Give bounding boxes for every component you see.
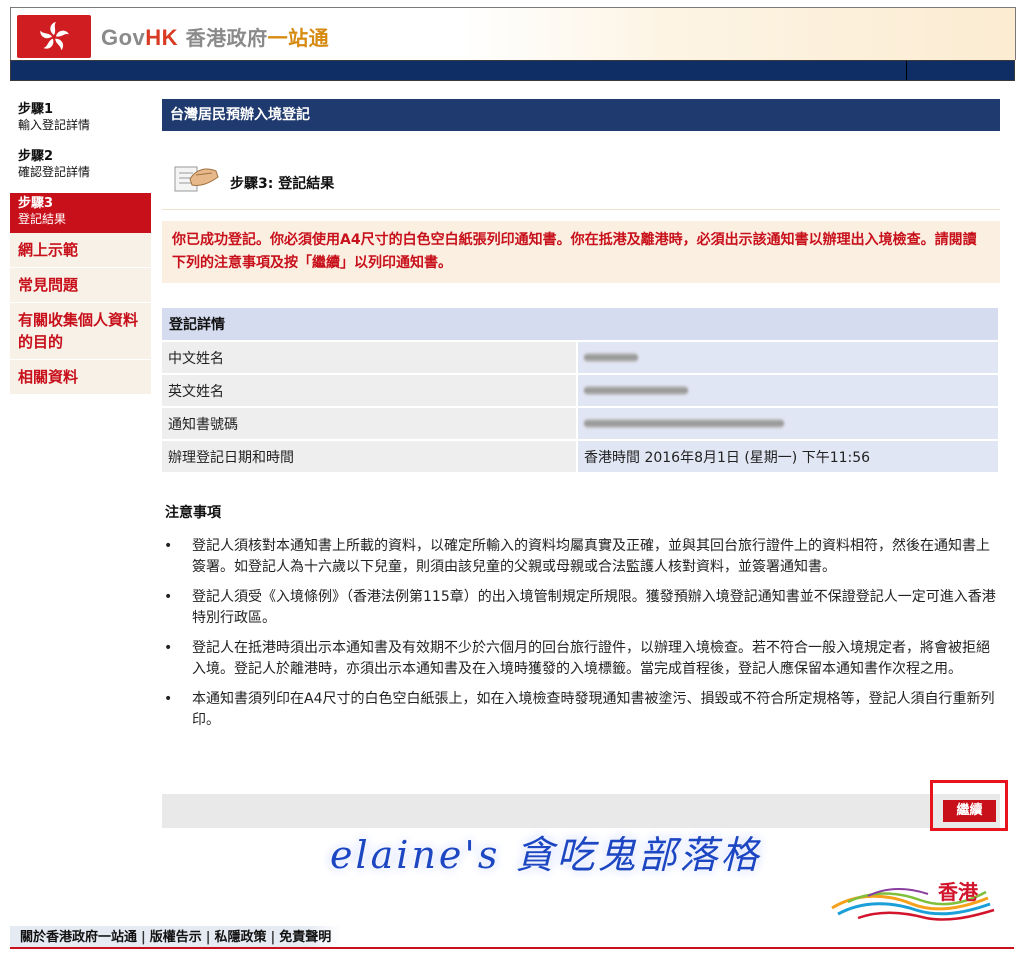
- sidebar-link-personal-data[interactable]: 有關收集個人資料的目的: [10, 302, 151, 359]
- row-label-chinese-name: 中文姓名: [162, 340, 577, 374]
- step-description: 確認登記詳情: [18, 165, 91, 179]
- step-number: 步驟2: [18, 149, 54, 164]
- footer-link-about[interactable]: 關於香港政府一站通: [20, 930, 137, 945]
- footer: 關於香港政府一站通 | 版權告示 | 私隱政策 | 免責聲明: [10, 926, 342, 948]
- brand-text: 香港: [938, 880, 978, 904]
- footer-divider: [10, 947, 1014, 949]
- step-number: 步驟1: [18, 102, 54, 117]
- form-handshake-icon: [174, 166, 219, 192]
- hk-flag-logo[interactable]: [17, 15, 91, 58]
- redacted-value: [584, 386, 688, 395]
- row-label-english-name: 英文姓名: [162, 373, 577, 407]
- sidebar-link-related-info[interactable]: 相關資料: [10, 359, 151, 394]
- step-label: 步驟3: 登記結果: [230, 176, 335, 192]
- logo-hk: HK: [145, 25, 179, 50]
- footer-separator: |: [270, 930, 276, 945]
- logo-gov: Gov: [101, 25, 146, 50]
- main-content: 台灣居民預辦入境登記 步驟3: 登記結果 你已成功登記。你必須使用A4尺寸的白色…: [162, 99, 1000, 740]
- row-label-registration-datetime: 辦理登記日期和時間: [162, 439, 577, 472]
- action-bar: [162, 794, 1000, 828]
- footer-separator: |: [141, 930, 146, 945]
- redacted-value: [584, 419, 784, 428]
- step-heading: 步驟3: 登記結果: [162, 149, 1000, 210]
- footer-separator: |: [205, 930, 211, 945]
- brand-hong-kong-logo: 香港: [828, 864, 998, 932]
- table-row: 通知書號碼: [162, 406, 998, 440]
- row-value-chinese-name: [576, 340, 998, 374]
- logo-chinese-name: 香港政府: [185, 26, 268, 50]
- row-value-notice-number: [576, 406, 998, 440]
- govhk-logo-text[interactable]: GovHK 香港政府一站通: [101, 25, 329, 52]
- list-item: 登記人須受《入境條例》（香港法例第115章）的出入境管制規定所規限。獲發預辦入境…: [162, 587, 1000, 629]
- row-value-english-name: [576, 373, 998, 407]
- top-nav-bar: [10, 60, 1015, 81]
- details-heading: 登記詳情: [162, 308, 998, 341]
- table-row: 中文姓名: [162, 340, 998, 374]
- footer-link-disclaimer[interactable]: 免責聲明: [279, 930, 331, 945]
- notes-heading: 注意事項: [165, 505, 221, 521]
- continue-button[interactable]: 繼續: [943, 800, 996, 822]
- footer-link-copyright[interactable]: 版權告示: [150, 930, 202, 945]
- list-item: 登記人須核對本通知書上所載的資料，以確定所輸入的資料均屬真實及正確，並與其回台旅…: [162, 536, 1000, 578]
- row-label-notice-number: 通知書號碼: [162, 406, 577, 440]
- sidebar-link-online-demo[interactable]: 網上示範: [10, 233, 151, 267]
- footer-link-privacy[interactable]: 私隱政策: [215, 930, 267, 945]
- table-row: 辦理登記日期和時間 香港時間 2016年8月1日 (星期一) 下午11:56: [162, 439, 998, 472]
- page-title: 台灣居民預辦入境登記: [162, 99, 1000, 131]
- registration-details-table: 登記詳情 中文姓名 英文姓名 通知書號碼 辦理登記日期和時間 香港時間 2016…: [162, 308, 998, 472]
- row-value-registration-datetime: 香港時間 2016年8月1日 (星期一) 下午11:56: [576, 439, 998, 472]
- table-row: 英文姓名: [162, 373, 998, 407]
- success-notice: 你已成功登記。你必須使用A4尺寸的白色空白紙張列印通知書。你在抵港及離港時，必須…: [162, 221, 1000, 283]
- list-item: 本通知書須列印在A4尺寸的白色空白紙張上，如在入境檢查時發現通知書被塗污、損毀或…: [162, 689, 1000, 731]
- sidebar: 步驟1 輸入登記詳情 步驟2 確認登記詳情 步驟3 登記結果 網上示範 常見問題…: [10, 99, 151, 394]
- logo-chinese-onestop: 一站通: [267, 26, 330, 50]
- notes-list: 登記人須核對本通知書上所載的資料，以確定所輸入的資料均屬真實及正確，並與其回台旅…: [162, 536, 1000, 731]
- bauhinia-icon: [40, 22, 69, 51]
- step-number: 步驟3: [18, 196, 54, 211]
- blog-watermark: elaine's 貪吃鬼部落格: [330, 833, 762, 877]
- site-header: GovHK 香港政府一站通: [10, 7, 1016, 60]
- sidebar-step-2: 步驟2 確認登記詳情: [10, 146, 151, 186]
- sidebar-step-3-current: 步驟3 登記結果: [10, 193, 151, 233]
- sidebar-link-faq[interactable]: 常見問題: [10, 267, 151, 302]
- step-description: 輸入登記詳情: [18, 118, 91, 132]
- list-item: 登記人在抵港時須出示本通知書及有效期不少於六個月的回台旅行證件，以辦理入境檢查。…: [162, 638, 1000, 680]
- nav-divider: [906, 61, 907, 80]
- redacted-value: [584, 353, 638, 362]
- step-description: 登記結果: [18, 212, 67, 226]
- sidebar-step-1: 步驟1 輸入登記詳情: [10, 99, 151, 139]
